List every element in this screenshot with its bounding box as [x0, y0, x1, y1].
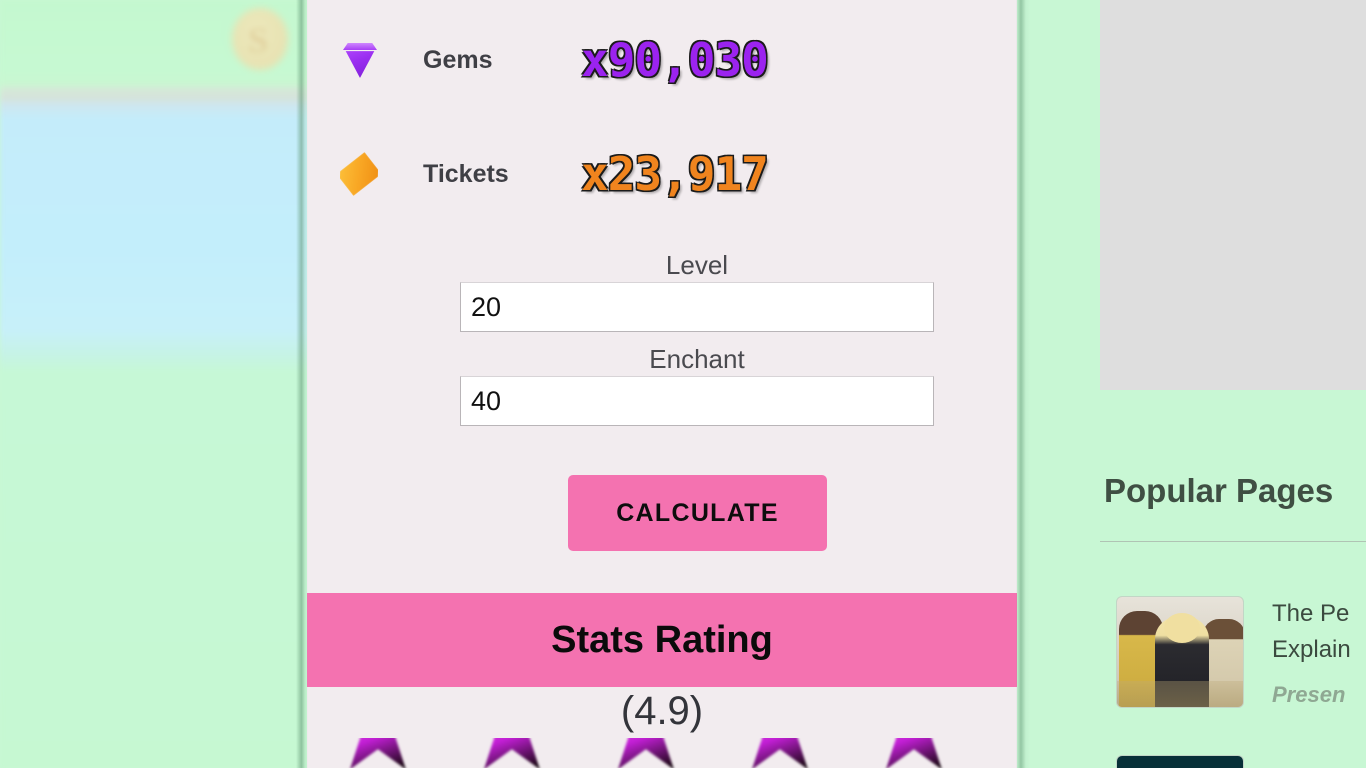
- calculate-button[interactable]: CALCULATE: [568, 475, 827, 551]
- background-horizon-line: [0, 88, 308, 100]
- field-label-level: Level: [460, 248, 934, 282]
- stats-rating-title: Stats Rating: [551, 619, 773, 662]
- divider: [1100, 541, 1366, 542]
- currency-row-tickets: Tickets x23,917: [333, 146, 768, 202]
- gem-icon: [333, 32, 385, 88]
- enchant-input[interactable]: [460, 376, 934, 426]
- coin-letter: S: [248, 19, 268, 61]
- currency-value-tickets: x23,917: [581, 147, 768, 201]
- background-game-art: S: [0, 0, 308, 768]
- page-edge-left: [296, 0, 308, 768]
- popular-page-text[interactable]: The Pe Explain Presen: [1272, 596, 1366, 712]
- field-label-enchant: Enchant: [460, 342, 934, 376]
- popular-page-title-line1: The Pe: [1272, 596, 1366, 632]
- stats-rating-score: (4.9): [307, 689, 1017, 734]
- ad-placeholder: [1100, 0, 1366, 390]
- screen-root: S Gems x90,030 Tickets x23,917 Level Enc…: [0, 0, 1366, 768]
- popular-pages-title: Popular Pages: [1104, 472, 1333, 510]
- calculator-panel: Gems x90,030 Tickets x23,917 Level Encha…: [307, 0, 1017, 768]
- star-icon: ★: [727, 738, 849, 768]
- stats-rating-stars: ★ ★ ★ ★ ★: [325, 738, 999, 768]
- field-level: Level: [460, 248, 934, 332]
- popular-page-title-line2: Explain: [1272, 632, 1366, 668]
- star-icon: ★: [459, 738, 581, 768]
- currency-value-gems: x90,030: [581, 33, 768, 87]
- popular-page-item[interactable]: [1116, 596, 1244, 708]
- stats-rating-banner: Stats Rating: [307, 593, 1017, 687]
- currency-label-tickets: Tickets: [423, 160, 573, 189]
- star-icon: ★: [861, 738, 983, 768]
- star-icon: ★: [325, 738, 447, 768]
- ticket-icon: [333, 146, 385, 202]
- popular-page-thumbnail: [1116, 596, 1244, 708]
- currency-label-gems: Gems: [423, 46, 573, 75]
- currency-row-gems: Gems x90,030: [333, 32, 768, 88]
- star-icon: ★: [593, 738, 715, 768]
- popular-page-thumbnail-2[interactable]: [1116, 755, 1244, 768]
- popular-page-subtitle: Presen: [1272, 678, 1366, 712]
- level-input[interactable]: [460, 282, 934, 332]
- page-edge-right: [1016, 0, 1030, 768]
- field-enchant: Enchant: [460, 342, 934, 426]
